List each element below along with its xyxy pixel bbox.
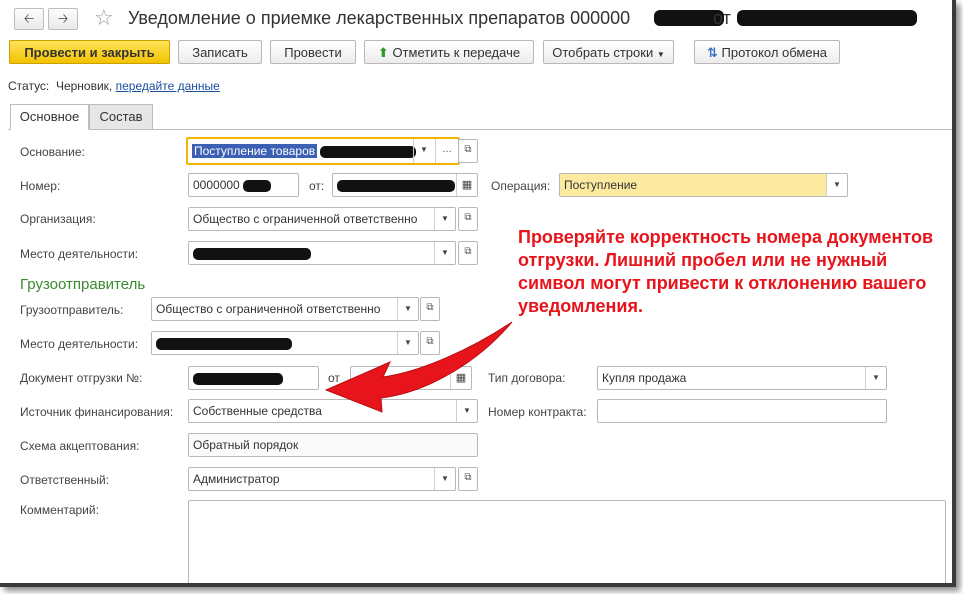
document-window: 🡠 🡢 ☆ Уведомление о приемке лекарственны…	[0, 0, 956, 587]
annotation-text: Проверяйте корректность номера документо…	[518, 227, 934, 316]
tab-main[interactable]: Основное	[10, 104, 89, 130]
